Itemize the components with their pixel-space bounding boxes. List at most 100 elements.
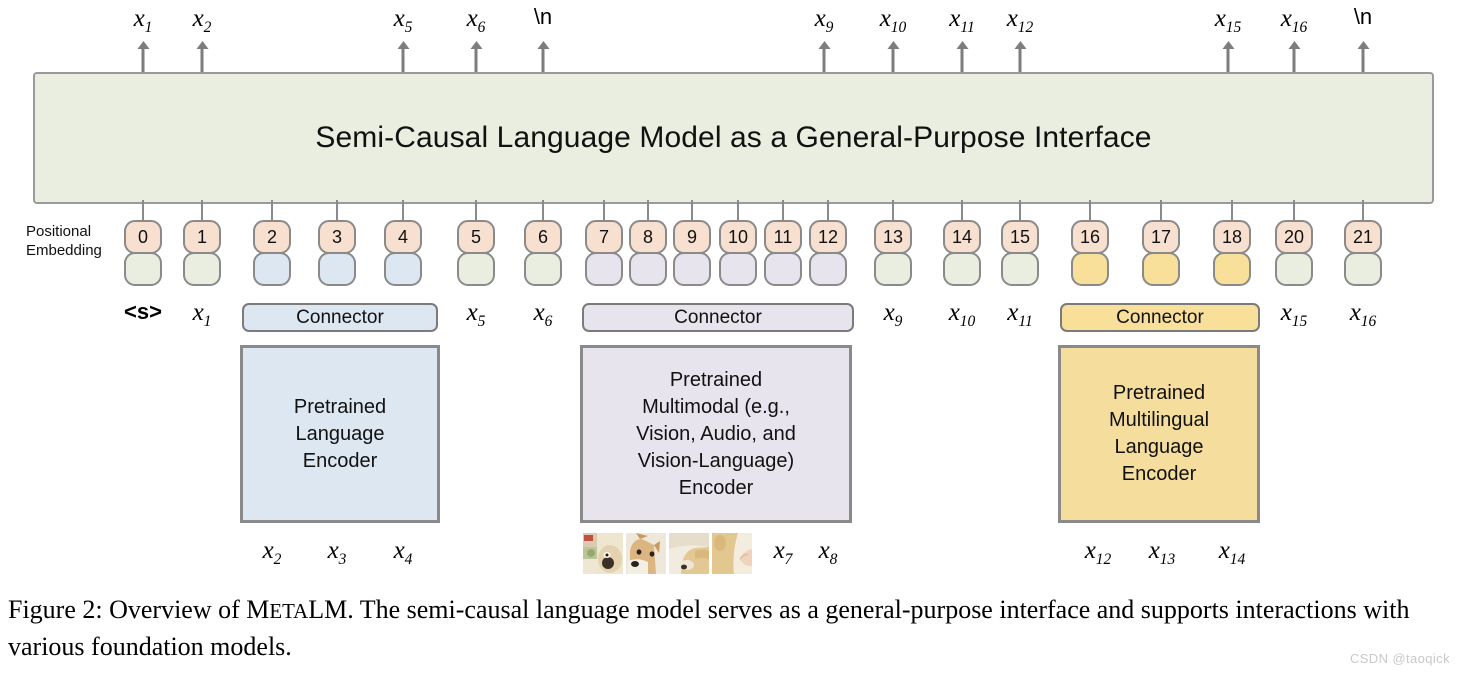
input-label-x12: x12 <box>1084 537 1112 568</box>
input-label-x2: x2 <box>262 537 282 568</box>
output-label-x10: x10 <box>879 5 907 36</box>
token-label-x1: x1 <box>192 299 212 330</box>
token-embedding-18 <box>1213 252 1251 286</box>
token-column-2: 2 <box>253 200 291 286</box>
caption-model-eta: ETA <box>269 600 309 623</box>
pretrained-language-encoder: Pretrained Language Encoder <box>240 345 440 523</box>
image-thumbnail-row <box>583 533 752 574</box>
output-label-x9: x9 <box>814 5 834 36</box>
positional-embedding-12: 12 <box>809 220 847 254</box>
positional-embedding-7: 7 <box>585 220 623 254</box>
output-arrow-x12 <box>1018 48 1022 72</box>
dog-photo-4 <box>712 533 752 574</box>
positional-embedding-15: 15 <box>1001 220 1039 254</box>
positional-embedding-21: 21 <box>1344 220 1382 254</box>
output-arrow-newline-2 <box>1361 48 1365 72</box>
positional-embedding-0: 0 <box>124 220 162 254</box>
token-column-18: 18 <box>1213 200 1251 286</box>
positional-embedding-8: 8 <box>629 220 667 254</box>
token-stem <box>1089 200 1091 222</box>
token-stem <box>603 200 605 222</box>
token-embedding-21 <box>1344 252 1382 286</box>
positional-embedding-6: 6 <box>524 220 562 254</box>
token-stem <box>647 200 649 222</box>
output-arrow-x10 <box>891 48 895 72</box>
caption-model-lm: LM <box>308 595 348 624</box>
output-arrow-x6 <box>474 48 478 72</box>
output-arrow-x15 <box>1226 48 1230 72</box>
input-label-x4: x4 <box>393 537 413 568</box>
positional-embedding-16: 16 <box>1071 220 1109 254</box>
token-embedding-12 <box>809 252 847 286</box>
token-column-1: 1 <box>183 200 221 286</box>
positional-embedding-17: 17 <box>1142 220 1180 254</box>
token-stem <box>1362 200 1364 222</box>
output-arrow-x9 <box>822 48 826 72</box>
token-embedding-14 <box>943 252 981 286</box>
token-stem <box>1019 200 1021 222</box>
token-column-9: 9 <box>673 200 711 286</box>
pretrained-multimodal-encoder-label: Pretrained Multimodal (e.g., Vision, Audio… <box>636 368 796 499</box>
token-column-17: 17 <box>1142 200 1180 286</box>
token-embedding-7 <box>585 252 623 286</box>
token-stem <box>542 200 544 222</box>
dog-photo-2 <box>626 533 666 574</box>
token-stem <box>475 200 477 222</box>
output-arrow-x1 <box>141 48 145 72</box>
dog-photo-3 <box>669 533 709 574</box>
token-stem <box>1293 200 1295 222</box>
token-stem <box>827 200 829 222</box>
token-stem <box>336 200 338 222</box>
token-stem <box>402 200 404 222</box>
token-column-10: 10 <box>719 200 757 286</box>
output-label-x15: x15 <box>1214 5 1242 36</box>
dog-photo-1 <box>583 533 623 574</box>
token-column-4: 4 <box>384 200 422 286</box>
token-column-15: 15 <box>1001 200 1039 286</box>
token-column-16: 16 <box>1071 200 1109 286</box>
token-column-6: 6 <box>524 200 562 286</box>
token-column-8: 8 <box>629 200 667 286</box>
positional-embedding-label-line2: Embedding <box>26 242 102 259</box>
output-label-x6: x6 <box>466 5 486 36</box>
output-label-newline-2: \n <box>1353 4 1373 29</box>
input-label-x13: x13 <box>1148 537 1176 568</box>
output-label-x5: x5 <box>393 5 413 36</box>
token-label-x16: x16 <box>1349 299 1377 330</box>
output-arrow-x16 <box>1292 48 1296 72</box>
token-embedding-6 <box>524 252 562 286</box>
token-embedding-2 <box>253 252 291 286</box>
caption-model-m: M <box>246 595 270 624</box>
figure-metalm-overview: x1 x2 x5 x6 \n x9 x10 x11 x12 x15 x16 \n Semi-Causa… <box>0 0 1462 676</box>
token-label-bos-token: <s> <box>124 299 162 324</box>
positional-embedding-13: 13 <box>874 220 912 254</box>
output-arrow-newline-1 <box>541 48 545 72</box>
positional-embedding-5: 5 <box>457 220 495 254</box>
pretrained-multimodal-encoder: Pretrained Multimodal (e.g., Vision, Audio… <box>580 345 852 523</box>
token-stem <box>691 200 693 222</box>
token-column-12: 12 <box>809 200 847 286</box>
positional-embedding-2: 2 <box>253 220 291 254</box>
token-embedding-20 <box>1275 252 1313 286</box>
token-column-11: 11 <box>764 200 802 286</box>
positional-embedding-18: 18 <box>1213 220 1251 254</box>
connector-multimodal: Connector <box>582 303 854 332</box>
page-title: Semi-Causal Language Model as a General-… <box>315 121 1152 154</box>
input-label-x8: x8 <box>818 537 838 568</box>
token-embedding-0 <box>124 252 162 286</box>
semi-causal-language-model-box: Semi-Causal Language Model as a General-… <box>33 72 1434 204</box>
positional-embedding-10: 10 <box>719 220 757 254</box>
positional-embedding-4: 4 <box>384 220 422 254</box>
pretrained-multilingual-encoder-label: Pretrained Multilingual Language Encoder <box>1108 382 1210 485</box>
input-label-x3: x3 <box>327 537 347 568</box>
token-label-x9: x9 <box>883 299 903 330</box>
token-embedding-9 <box>673 252 711 286</box>
token-embedding-4 <box>384 252 422 286</box>
pretrained-language-encoder-label: Pretrained Language Encoder <box>293 395 387 472</box>
output-label-x1: x1 <box>133 5 153 36</box>
positional-embedding-3: 3 <box>318 220 356 254</box>
token-embedding-13 <box>874 252 912 286</box>
output-arrow-x11 <box>960 48 964 72</box>
token-column-20: 20 <box>1275 200 1313 286</box>
positional-embedding-label: Positional Embedding <box>26 222 126 260</box>
